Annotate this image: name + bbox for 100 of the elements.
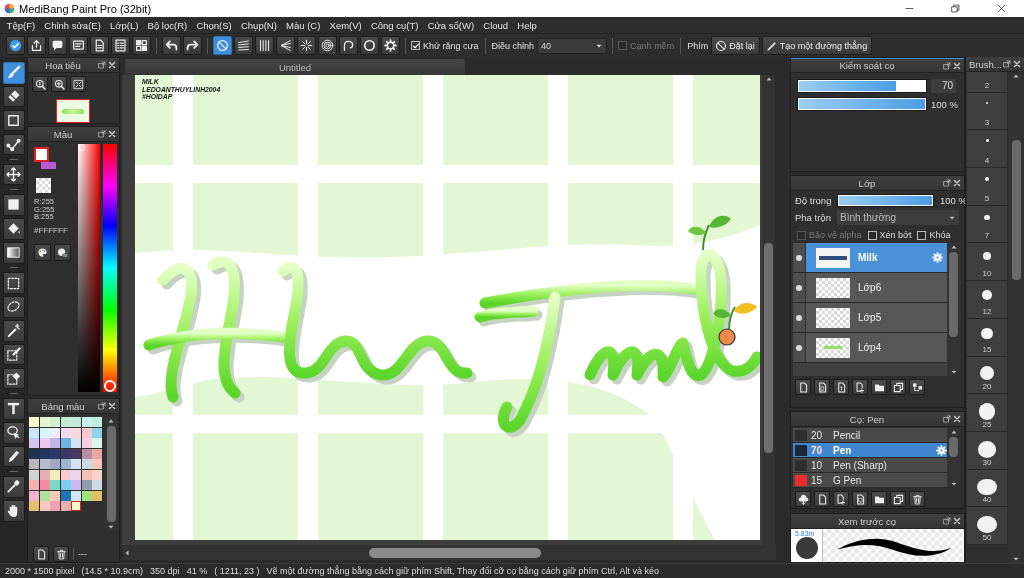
snap-button[interactable] — [297, 36, 316, 55]
color-swatch[interactable] — [50, 459, 60, 469]
brush-action-button[interactable] — [795, 491, 811, 507]
slider-fill[interactable] — [799, 81, 896, 91]
color-swatch[interactable] — [39, 459, 50, 469]
brush-size-cell[interactable]: 40 — [967, 469, 1007, 508]
menu-item[interactable]: Xem(V) — [324, 19, 367, 31]
color-swatch[interactable] — [34, 147, 49, 162]
brush-action-button[interactable] — [814, 491, 830, 507]
color-swatch[interactable] — [50, 417, 60, 427]
color-swatch[interactable] — [29, 427, 39, 438]
brush-size-field[interactable]: 70 — [931, 79, 956, 93]
color-swatch[interactable] — [81, 417, 92, 427]
color-swatch[interactable] — [92, 469, 102, 480]
tool-button[interactable] — [2, 272, 25, 294]
visibility-dot-icon[interactable] — [796, 284, 802, 291]
undock-icon[interactable] — [1003, 60, 1011, 68]
color-swatch[interactable] — [92, 459, 102, 469]
palette-button[interactable] — [34, 243, 51, 261]
scrollbar-thumb[interactable] — [1011, 140, 1021, 280]
tool-button[interactable] — [2, 62, 25, 84]
checkbox-label[interactable]: Xén bớt — [879, 230, 912, 240]
snap-button[interactable] — [339, 36, 358, 55]
layer-action-button[interactable] — [871, 379, 887, 395]
tool-button[interactable] — [2, 85, 25, 108]
color-swatch[interactable] — [60, 480, 71, 490]
color-swatch[interactable] — [71, 427, 81, 438]
toolbar-button[interactable] — [6, 36, 25, 55]
brush-action-button[interactable] — [852, 491, 868, 507]
tool-button[interactable] — [2, 109, 25, 132]
tool-button[interactable] — [2, 320, 25, 342]
vertical-scrollbar[interactable] — [1009, 72, 1023, 563]
correction-dropdown[interactable]: 40 — [537, 37, 608, 54]
color-swatch[interactable] — [39, 490, 50, 501]
toolbar-button[interactable] — [69, 36, 88, 55]
color-swatch[interactable] — [39, 438, 50, 448]
toolbar-button[interactable] — [90, 36, 109, 55]
color-swatch[interactable] — [71, 448, 81, 459]
color-swatch[interactable] — [39, 417, 50, 427]
hue-slider[interactable] — [103, 144, 117, 392]
color-swatch[interactable] — [60, 427, 71, 438]
navigator-button[interactable] — [32, 76, 48, 92]
tool-button[interactable] — [2, 500, 25, 522]
menu-item[interactable]: Màu (C) — [281, 19, 325, 31]
undock-icon[interactable] — [98, 61, 106, 69]
vertical-scrollbar[interactable] — [947, 243, 960, 376]
palette-footer-button[interactable] — [33, 546, 49, 562]
brush-size-cell[interactable]: 25 — [967, 394, 1007, 432]
brush-row[interactable]: 70 Pen — [793, 443, 947, 458]
color-swatch[interactable] — [36, 178, 51, 193]
tool-button[interactable] — [2, 296, 25, 318]
color-swatch[interactable] — [81, 469, 92, 480]
brush-action-button[interactable] — [890, 491, 906, 507]
color-swatch[interactable] — [60, 469, 71, 480]
close-icon[interactable] — [953, 415, 961, 423]
close-icon[interactable] — [1013, 60, 1021, 68]
brush-action-button[interactable] — [833, 491, 849, 507]
checkbox[interactable] — [917, 230, 927, 240]
brush-row[interactable]: 15 G Pen — [793, 473, 947, 488]
color-swatch[interactable] — [92, 490, 102, 501]
menu-item[interactable]: Tệp(F) — [2, 19, 40, 31]
checkbox[interactable] — [411, 41, 420, 50]
brush-size-cell[interactable]: 5 — [967, 168, 1007, 206]
color-swatch[interactable] — [50, 427, 60, 438]
menu-item[interactable]: Chụp(N) — [236, 19, 282, 31]
brush-action-button[interactable] — [871, 491, 887, 507]
color-swatch[interactable] — [29, 480, 39, 490]
straight-line-button[interactable]: Tạo một đường thẳng — [761, 36, 873, 55]
tool-button[interactable] — [2, 163, 25, 186]
tool-button[interactable] — [2, 242, 25, 264]
color-swatch[interactable] — [71, 501, 81, 511]
color-swatch[interactable] — [92, 427, 102, 438]
document-tab[interactable]: Untitled — [125, 59, 465, 75]
close-icon[interactable] — [108, 130, 116, 138]
menu-item[interactable]: Help — [512, 19, 542, 31]
close-icon[interactable] — [953, 61, 961, 70]
color-swatch[interactable] — [81, 427, 92, 438]
tool-button[interactable] — [2, 367, 25, 390]
brush-size-cell[interactable]: 7 — [967, 205, 1007, 244]
brush-size-cell[interactable]: 20 — [967, 356, 1007, 395]
brush-size-slider[interactable] — [797, 79, 927, 93]
undock-icon[interactable] — [943, 415, 951, 423]
snap-button[interactable] — [318, 36, 337, 55]
color-swatch[interactable] — [39, 427, 50, 438]
color-swatch[interactable] — [81, 459, 92, 469]
color-swatch[interactable] — [39, 501, 50, 511]
undock-icon[interactable] — [943, 179, 951, 187]
color-swatch[interactable] — [60, 417, 71, 427]
color-swatch[interactable] — [29, 417, 39, 427]
color-swatch[interactable] — [50, 501, 60, 511]
snap-button[interactable] — [234, 36, 253, 55]
checkbox-label[interactable]: Khóa — [929, 230, 951, 240]
color-swatch[interactable] — [81, 438, 92, 448]
brush-size-cell[interactable]: 12 — [967, 281, 1007, 319]
visibility-dot-icon[interactable] — [796, 254, 802, 261]
tool-button[interactable] — [2, 398, 25, 420]
color-swatch[interactable] — [60, 501, 71, 511]
toolbar-button[interactable] — [111, 36, 130, 55]
color-swatch[interactable] — [60, 459, 71, 469]
menu-item[interactable]: Bộ lọc(R) — [143, 19, 192, 31]
